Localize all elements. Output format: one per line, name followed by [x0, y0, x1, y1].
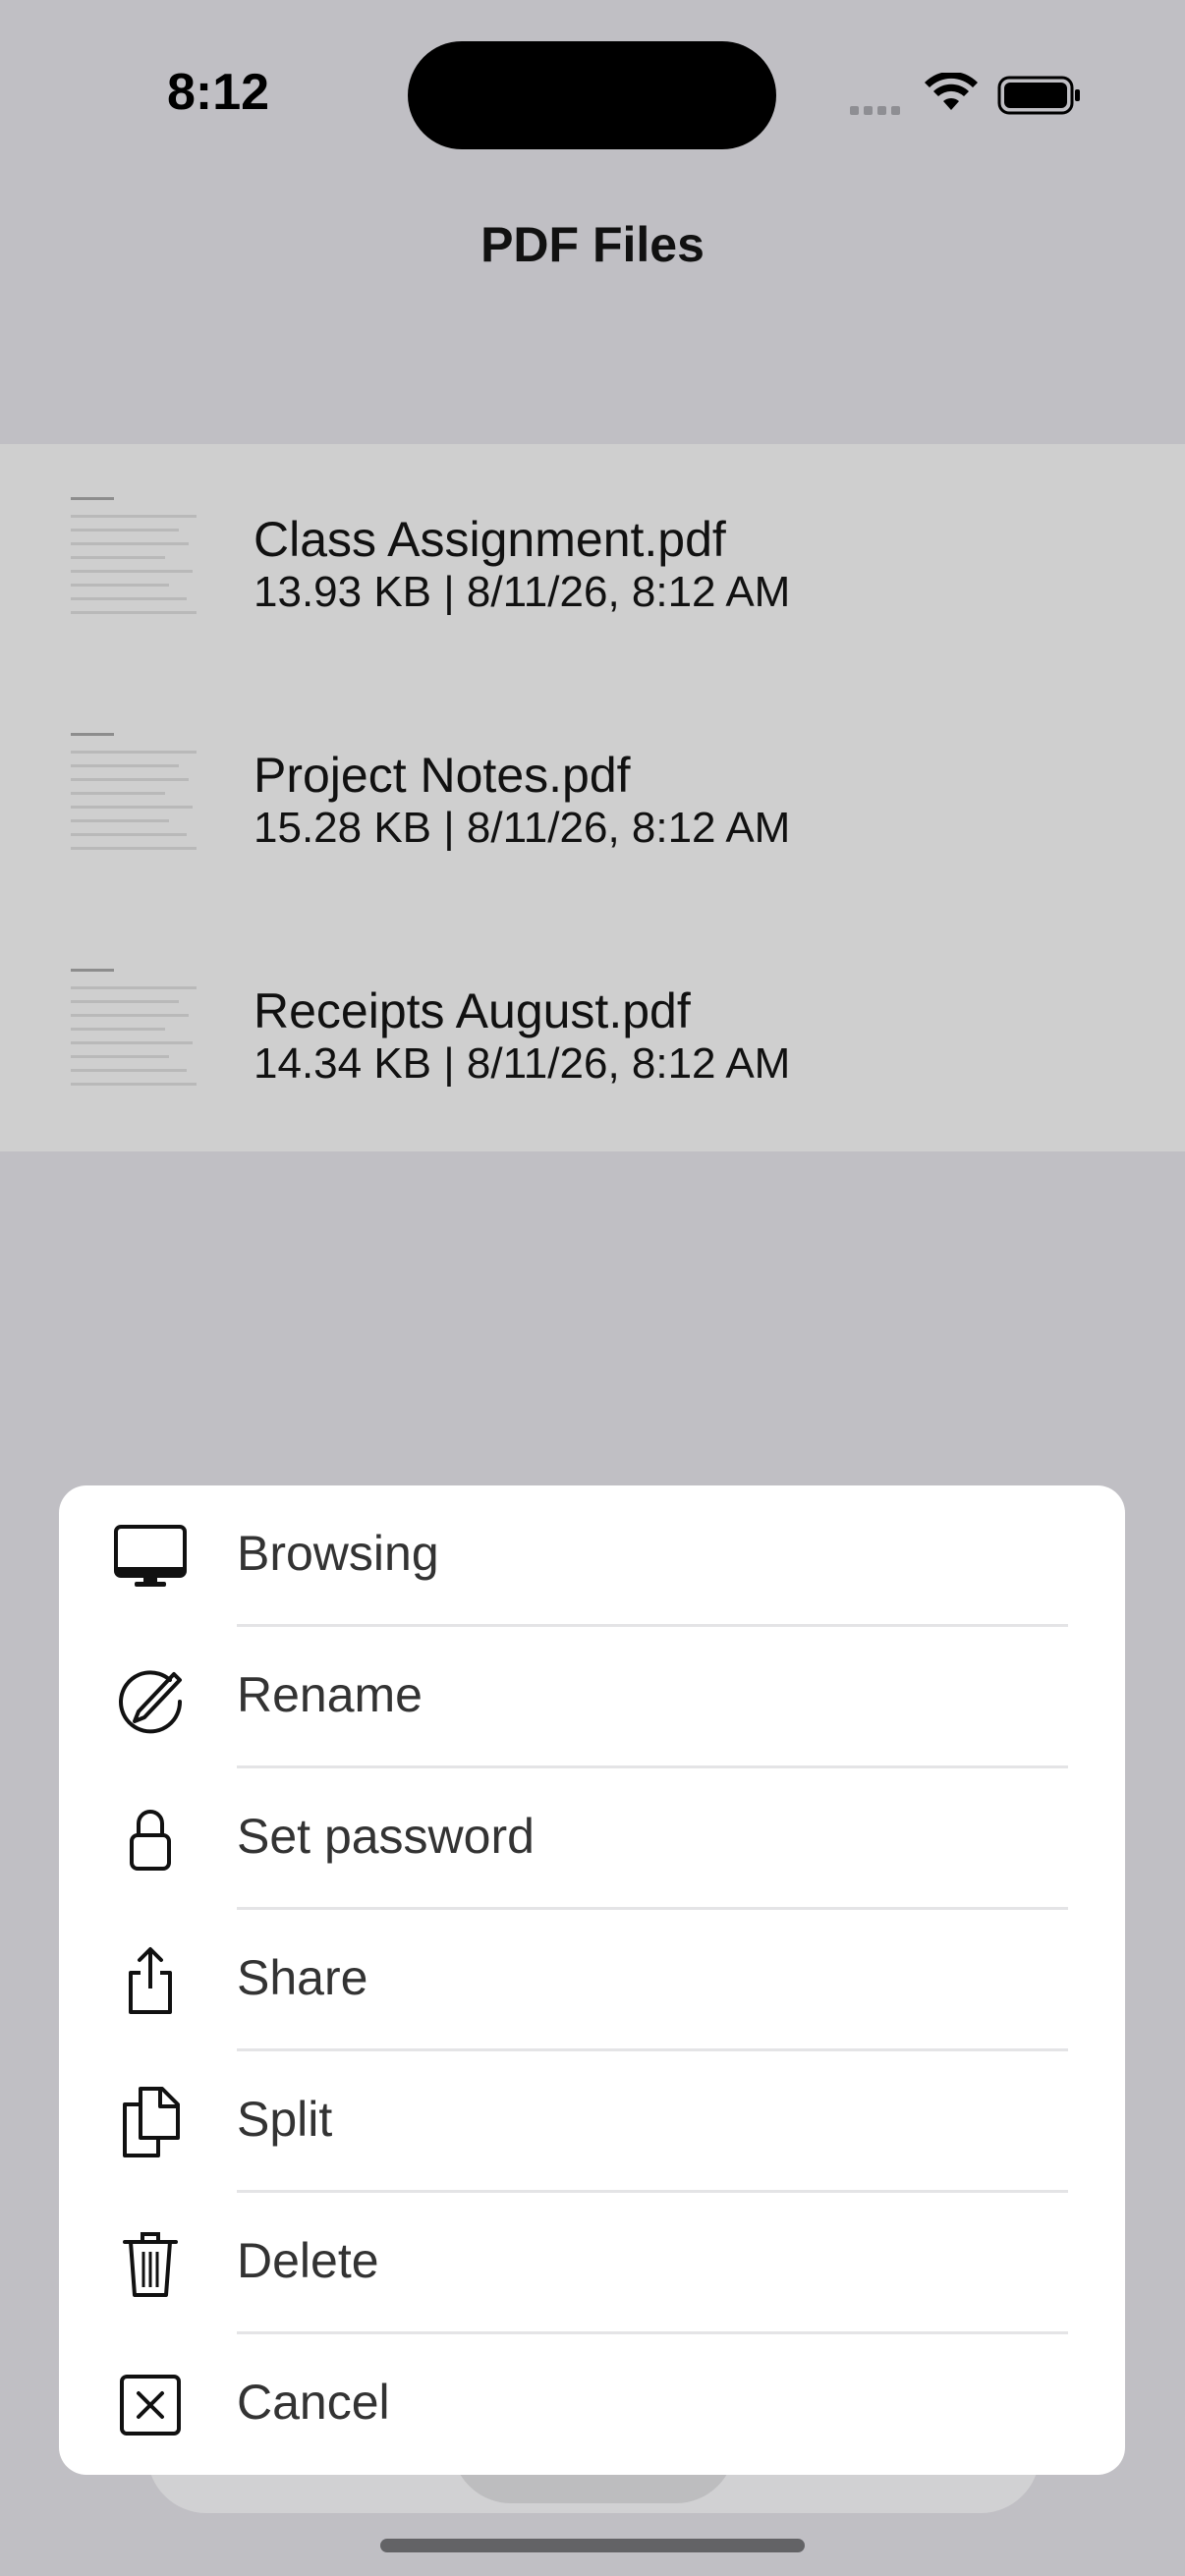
file-row[interactable]: Class Assignment.pdf 13.93 KB | 8/11/26,…	[0, 444, 1185, 680]
lock-icon	[130, 1810, 171, 1871]
menu-item-cancel[interactable]: Cancel	[59, 2334, 1125, 2475]
menu-item-label: Set password	[237, 1809, 535, 1864]
pencil-circle-icon	[119, 1670, 183, 1734]
menu-item-label: Share	[237, 1950, 368, 2005]
status-time: 8:12	[167, 64, 270, 121]
menu-item-share[interactable]: Share	[59, 1910, 1125, 2051]
menu-item-label: Rename	[237, 1667, 423, 1722]
close-box-icon	[120, 2375, 181, 2436]
page-title: PDF Files	[480, 217, 705, 272]
file-list: Class Assignment.pdf 13.93 KB | 8/11/26,…	[0, 444, 1185, 1151]
file-name: Class Assignment.pdf	[254, 512, 726, 567]
file-row[interactable]: Receipts August.pdf 14.34 KB | 8/11/26, …	[0, 916, 1185, 1151]
menu-item-label: Delete	[237, 2233, 379, 2288]
file-meta: 13.93 KB | 8/11/26, 8:12 AM	[254, 568, 791, 616]
menu-item-split[interactable]: Split	[59, 2051, 1125, 2193]
menu-item-label: Split	[237, 2092, 333, 2147]
menu-item-delete[interactable]: Delete	[59, 2193, 1125, 2334]
battery-icon	[997, 76, 1080, 115]
status-bar: 8:12	[0, 0, 1185, 196]
pdf-thumbnail	[69, 969, 197, 1092]
menu-item-set-password[interactable]: Set password	[59, 1768, 1125, 1910]
file-meta: 14.34 KB | 8/11/26, 8:12 AM	[254, 1039, 791, 1088]
desktop-icon	[114, 1525, 187, 1587]
share-icon	[129, 1947, 172, 2014]
dynamic-island	[408, 41, 776, 149]
menu-item-label: Browsing	[237, 1526, 439, 1581]
action-sheet: Browsing Rename Set password Share Split…	[59, 1485, 1125, 2475]
cellular-signal-icon	[850, 102, 905, 120]
pdf-thumbnail	[69, 733, 197, 857]
file-name: Project Notes.pdf	[254, 748, 631, 803]
menu-item-label: Cancel	[237, 2375, 390, 2430]
wifi-icon	[925, 73, 978, 110]
trash-icon	[123, 2232, 178, 2297]
home-indicator[interactable]	[380, 2539, 805, 2552]
menu-item-rename[interactable]: Rename	[59, 1627, 1125, 1768]
menu-item-browsing[interactable]: Browsing	[59, 1485, 1125, 1627]
file-meta: 15.28 KB | 8/11/26, 8:12 AM	[254, 804, 791, 852]
pdf-thumbnail	[69, 497, 197, 621]
documents-icon	[123, 2087, 180, 2157]
file-row[interactable]: Project Notes.pdf 15.28 KB | 8/11/26, 8:…	[0, 680, 1185, 916]
file-name: Receipts August.pdf	[254, 983, 691, 1038]
